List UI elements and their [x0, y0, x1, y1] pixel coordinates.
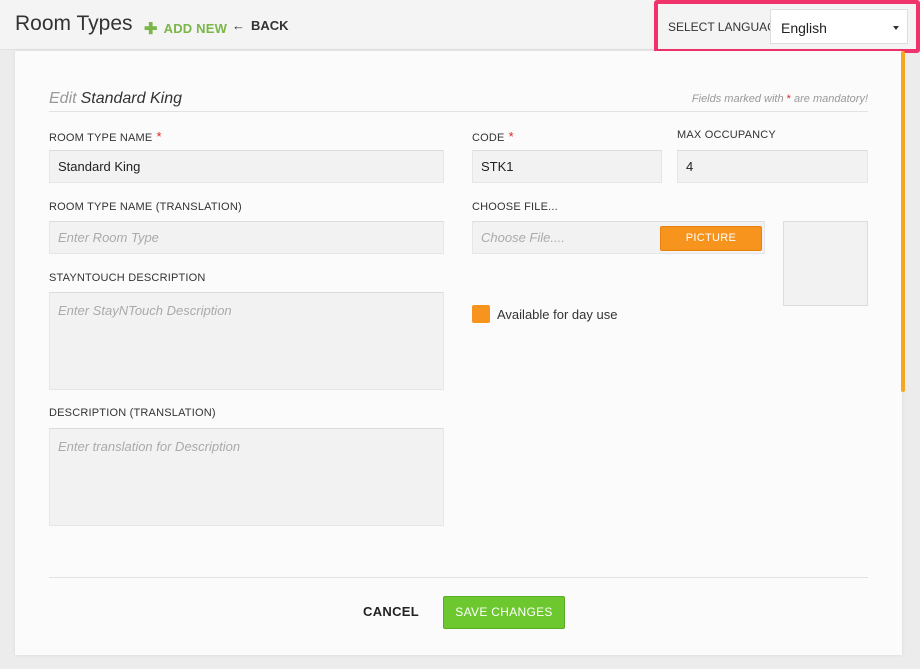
room-type-name-translation-label: ROOM TYPE NAME (TRANSLATION) — [49, 201, 242, 213]
page-title: Room Types — [15, 12, 133, 35]
language-selected-value: English — [781, 20, 827, 36]
room-type-name-label-text: ROOM TYPE NAME — [49, 132, 153, 144]
edit-prefix: Edit — [49, 90, 77, 107]
picture-button[interactable]: PICTURE — [660, 226, 762, 251]
language-select[interactable]: English — [770, 9, 908, 44]
back-label: BACK — [251, 18, 289, 33]
mandatory-note-post: are mandatory! — [794, 93, 868, 105]
stayntouch-description-label: STAYNTOUCH DESCRIPTION — [49, 272, 206, 284]
required-star: * — [156, 129, 162, 144]
save-changes-button[interactable]: SAVE CHANGES — [443, 596, 565, 629]
choose-file-label: CHOOSE FILE... — [472, 201, 558, 213]
room-type-name-label: ROOM TYPE NAME * — [49, 129, 162, 144]
room-type-name-translation-input[interactable]: Enter Room Type — [49, 221, 444, 254]
code-label: CODE * — [472, 129, 514, 144]
scrollbar[interactable] — [901, 51, 905, 392]
max-occupancy-label: MAX OCCUPANCY — [677, 129, 776, 141]
language-label: SELECT LANGUAGE — [668, 20, 785, 34]
add-new-label: ADD NEW — [163, 21, 228, 36]
code-label-text: CODE — [472, 132, 505, 144]
back-button[interactable]: ← BACK — [232, 18, 289, 33]
day-use-checkbox[interactable] — [472, 305, 490, 323]
room-type-name-input[interactable]: Standard King — [49, 150, 444, 183]
arrow-left-icon: ← — [232, 18, 245, 33]
edit-room-name: Standard King — [80, 90, 182, 107]
day-use-label: Available for day use — [497, 307, 618, 322]
edit-room-type-card: Edit Standard King Fields marked with * a… — [15, 51, 902, 655]
picture-preview — [783, 221, 868, 306]
language-selector-panel: SELECT LANGUAGE English — [654, 0, 920, 53]
stayntouch-description-textarea[interactable]: Enter StayNTouch Description — [49, 292, 444, 390]
mandatory-star: * — [786, 93, 791, 105]
code-input[interactable]: STK1 — [472, 150, 662, 183]
plus-icon: ✚ — [144, 21, 158, 38]
add-new-button[interactable]: ✚ ADD NEW — [144, 18, 227, 38]
mandatory-note-pre: Fields marked with — [691, 93, 784, 105]
description-translation-label: DESCRIPTION (TRANSLATION) — [49, 407, 216, 419]
divider — [49, 111, 868, 112]
mandatory-note: Fields marked with * are mandatory! — [692, 93, 868, 105]
edit-heading: Edit Standard King — [49, 90, 182, 108]
required-star: * — [508, 129, 514, 144]
caret-down-icon — [893, 26, 899, 30]
description-translation-textarea[interactable]: Enter translation for Description — [49, 428, 444, 526]
cancel-button[interactable]: CANCEL — [359, 604, 423, 622]
divider — [49, 577, 868, 578]
max-occupancy-input[interactable]: 4 — [677, 150, 868, 183]
